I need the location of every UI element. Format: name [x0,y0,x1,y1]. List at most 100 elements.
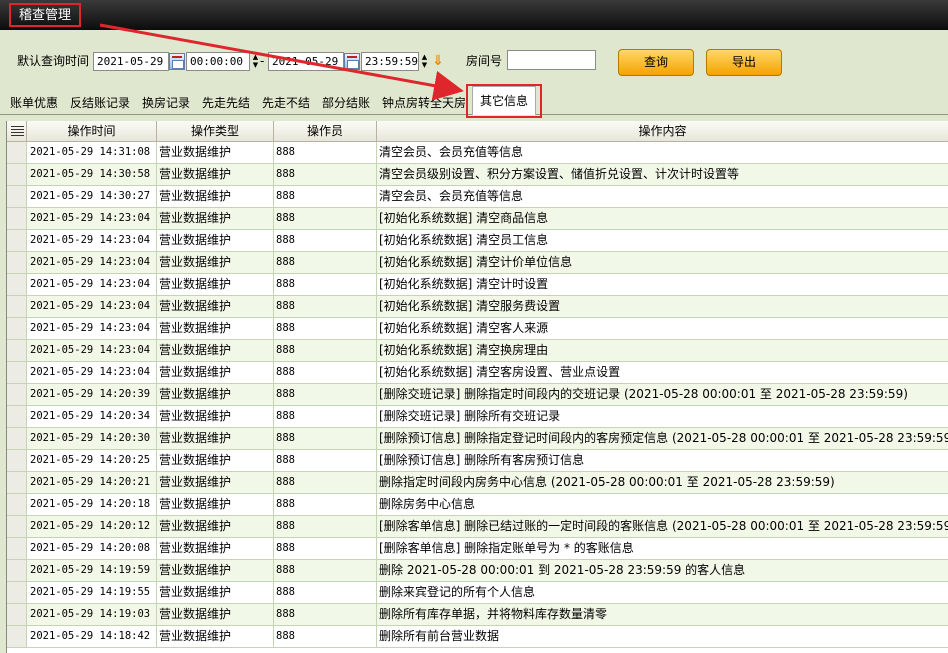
cell-content[interactable]: [初始化系统数据] 清空商品信息 [377,208,948,230]
cell-content[interactable]: [初始化系统数据] 清空员工信息 [377,230,948,252]
cell-operator[interactable]: 888 [274,252,377,274]
search-button[interactable]: 查询 [618,49,694,76]
cell-time[interactable]: 2021-05-29 14:23:04 [27,296,157,318]
cell-type[interactable]: 营业数据维护 [157,516,274,538]
cell-content[interactable]: 删除所有库存单据，并将物料库存数量清零 [377,604,948,626]
column-header-time[interactable]: 操作时间 [27,121,157,142]
tab-room-change[interactable]: 换房记录 [142,93,190,114]
cell-type[interactable]: 营业数据维护 [157,164,274,186]
cell-operator[interactable]: 888 [274,274,377,296]
row-selector[interactable] [7,494,27,516]
cell-type[interactable]: 营业数据维护 [157,340,274,362]
row-selector[interactable] [7,142,27,164]
row-selector[interactable] [7,296,27,318]
cell-time[interactable]: 2021-05-29 14:30:58 [27,164,157,186]
table-row[interactable]: 2021-05-29 14:19:03 营业数据维护 888 删除所有库存单据，并将物… [7,604,948,626]
cell-type[interactable]: 营业数据维护 [157,384,274,406]
cell-operator[interactable]: 888 [274,384,377,406]
table-row[interactable]: 2021-05-29 14:20:39 营业数据维护 888 [删除交班记录] 删除指… [7,384,948,406]
cell-operator[interactable]: 888 [274,450,377,472]
cell-type[interactable]: 营业数据维护 [157,604,274,626]
cell-operator[interactable]: 888 [274,428,377,450]
row-selector[interactable] [7,472,27,494]
row-selector[interactable] [7,208,27,230]
cell-type[interactable]: 营业数据维护 [157,582,274,604]
tab-leave-first-pay[interactable]: 先走先结 [202,93,250,114]
cell-time[interactable]: 2021-05-29 14:23:04 [27,274,157,296]
cell-operator[interactable]: 888 [274,626,377,648]
cell-operator[interactable]: 888 [274,494,377,516]
row-selector[interactable] [7,186,27,208]
cell-content[interactable]: [删除预订信息] 删除所有客房预订信息 [377,450,948,472]
table-row[interactable]: 2021-05-29 14:20:18 营业数据维护 888 删除房务中心信息 [7,494,948,516]
cell-content[interactable]: 清空会员级别设置、积分方案设置、储值折兑设置、计次计时设置等 [377,164,948,186]
cell-operator[interactable]: 888 [274,164,377,186]
table-row[interactable]: 2021-05-29 14:31:08 营业数据维护 888 清空会员、会员充值等信息 [7,142,948,164]
cell-time[interactable]: 2021-05-29 14:20:21 [27,472,157,494]
cell-operator[interactable]: 888 [274,604,377,626]
cell-time[interactable]: 2021-05-29 14:20:34 [27,406,157,428]
cell-content[interactable]: 删除所有前台营业数据 [377,626,948,648]
cell-content[interactable]: 删除 2021-05-28 00:00:01 到 2021-05-28 23:5… [377,560,948,582]
table-row[interactable]: 2021-05-29 14:20:34 营业数据维护 888 [删除交班记录] 删除所… [7,406,948,428]
table-row[interactable]: 2021-05-29 14:30:58 营业数据维护 888 清空会员级别设置、积分方… [7,164,948,186]
row-selector[interactable] [7,318,27,340]
cell-content[interactable]: [删除交班记录] 删除指定时间段内的交班记录 (2021-05-28 00:00… [377,384,948,406]
cell-type[interactable]: 营业数据维护 [157,406,274,428]
table-row[interactable]: 2021-05-29 14:23:04 营业数据维护 888 [初始化系统数据] 清空… [7,296,948,318]
table-row[interactable]: 2021-05-29 14:23:04 营业数据维护 888 [初始化系统数据] 清空… [7,274,948,296]
cell-time[interactable]: 2021-05-29 14:23:04 [27,318,157,340]
table-row[interactable]: 2021-05-29 14:20:25 营业数据维护 888 [删除预订信息] 删除所… [7,450,948,472]
end-time-spinner-icon[interactable]: ▲ ▼ [419,53,430,70]
cell-content[interactable]: [初始化系统数据] 清空换房理由 [377,340,948,362]
cell-time[interactable]: 2021-05-29 14:20:18 [27,494,157,516]
row-selector[interactable] [7,516,27,538]
cell-type[interactable]: 营业数据维护 [157,472,274,494]
cell-type[interactable]: 营业数据维护 [157,626,274,648]
cell-content[interactable]: 删除指定时间段内房务中心信息 (2021-05-28 00:00:01 至 20… [377,472,948,494]
cell-time[interactable]: 2021-05-29 14:23:04 [27,230,157,252]
cell-time[interactable]: 2021-05-29 14:20:08 [27,538,157,560]
cell-content[interactable]: [初始化系统数据] 清空客人来源 [377,318,948,340]
cell-type[interactable]: 营业数据维护 [157,252,274,274]
end-date-input[interactable]: 2021-05-29 [268,52,344,71]
table-row[interactable]: 2021-05-29 14:20:30 营业数据维护 888 [删除预订信息] 删除指… [7,428,948,450]
cell-operator[interactable]: 888 [274,186,377,208]
tab-reverse-checkout[interactable]: 反结账记录 [70,93,130,114]
table-row[interactable]: 2021-05-29 14:23:04 营业数据维护 888 [初始化系统数据] 清空… [7,340,948,362]
cell-operator[interactable]: 888 [274,538,377,560]
cell-operator[interactable]: 888 [274,208,377,230]
cell-time[interactable]: 2021-05-29 14:19:03 [27,604,157,626]
row-selector[interactable] [7,340,27,362]
tab-partial-checkout[interactable]: 部分结账 [322,93,370,114]
table-row[interactable]: 2021-05-29 14:19:55 营业数据维护 888 删除来宾登记的所有个人信… [7,582,948,604]
row-selector[interactable] [7,230,27,252]
column-header-operator[interactable]: 操作员 [274,121,377,142]
cell-time[interactable]: 2021-05-29 14:20:25 [27,450,157,472]
row-selector[interactable] [7,384,27,406]
cell-type[interactable]: 营业数据维护 [157,560,274,582]
table-row[interactable]: 2021-05-29 14:23:04 营业数据维护 888 [初始化系统数据] 清空… [7,318,948,340]
table-row[interactable]: 2021-05-29 14:20:12 营业数据维护 888 [删除客单信息] 删除已… [7,516,948,538]
start-date-input[interactable]: 2021-05-29 [93,52,169,71]
cell-operator[interactable]: 888 [274,516,377,538]
cell-time[interactable]: 2021-05-29 14:19:55 [27,582,157,604]
grid-menu-icon[interactable] [7,121,27,142]
cell-content[interactable]: 清空会员、会员充值等信息 [377,142,948,164]
cell-content[interactable]: [初始化系统数据] 清空计时设置 [377,274,948,296]
cell-type[interactable]: 营业数据维护 [157,142,274,164]
table-row[interactable]: 2021-05-29 14:18:42 营业数据维护 888 删除所有前台营业数据 [7,626,948,648]
table-row[interactable]: 2021-05-29 14:19:59 营业数据维护 888 删除 2021-05-2… [7,560,948,582]
cell-content[interactable]: [初始化系统数据] 清空计价单位信息 [377,252,948,274]
cell-content[interactable]: 删除来宾登记的所有个人信息 [377,582,948,604]
column-header-type[interactable]: 操作类型 [157,121,274,142]
table-row[interactable]: 2021-05-29 14:23:04 营业数据维护 888 [初始化系统数据] 清空… [7,208,948,230]
table-row[interactable]: 2021-05-29 14:30:27 营业数据维护 888 清空会员、会员充值等信息 [7,186,948,208]
tab-other-info[interactable]: 其它信息 [472,86,536,115]
window-title-tab[interactable]: 稽查管理 [9,3,82,27]
cell-type[interactable]: 营业数据维护 [157,450,274,472]
cell-content[interactable]: [删除客单信息] 删除已结过账的一定时间段的客账信息 (2021-05-28 0… [377,516,948,538]
cell-type[interactable]: 营业数据维护 [157,186,274,208]
row-selector[interactable] [7,406,27,428]
cell-time[interactable]: 2021-05-29 14:23:04 [27,208,157,230]
